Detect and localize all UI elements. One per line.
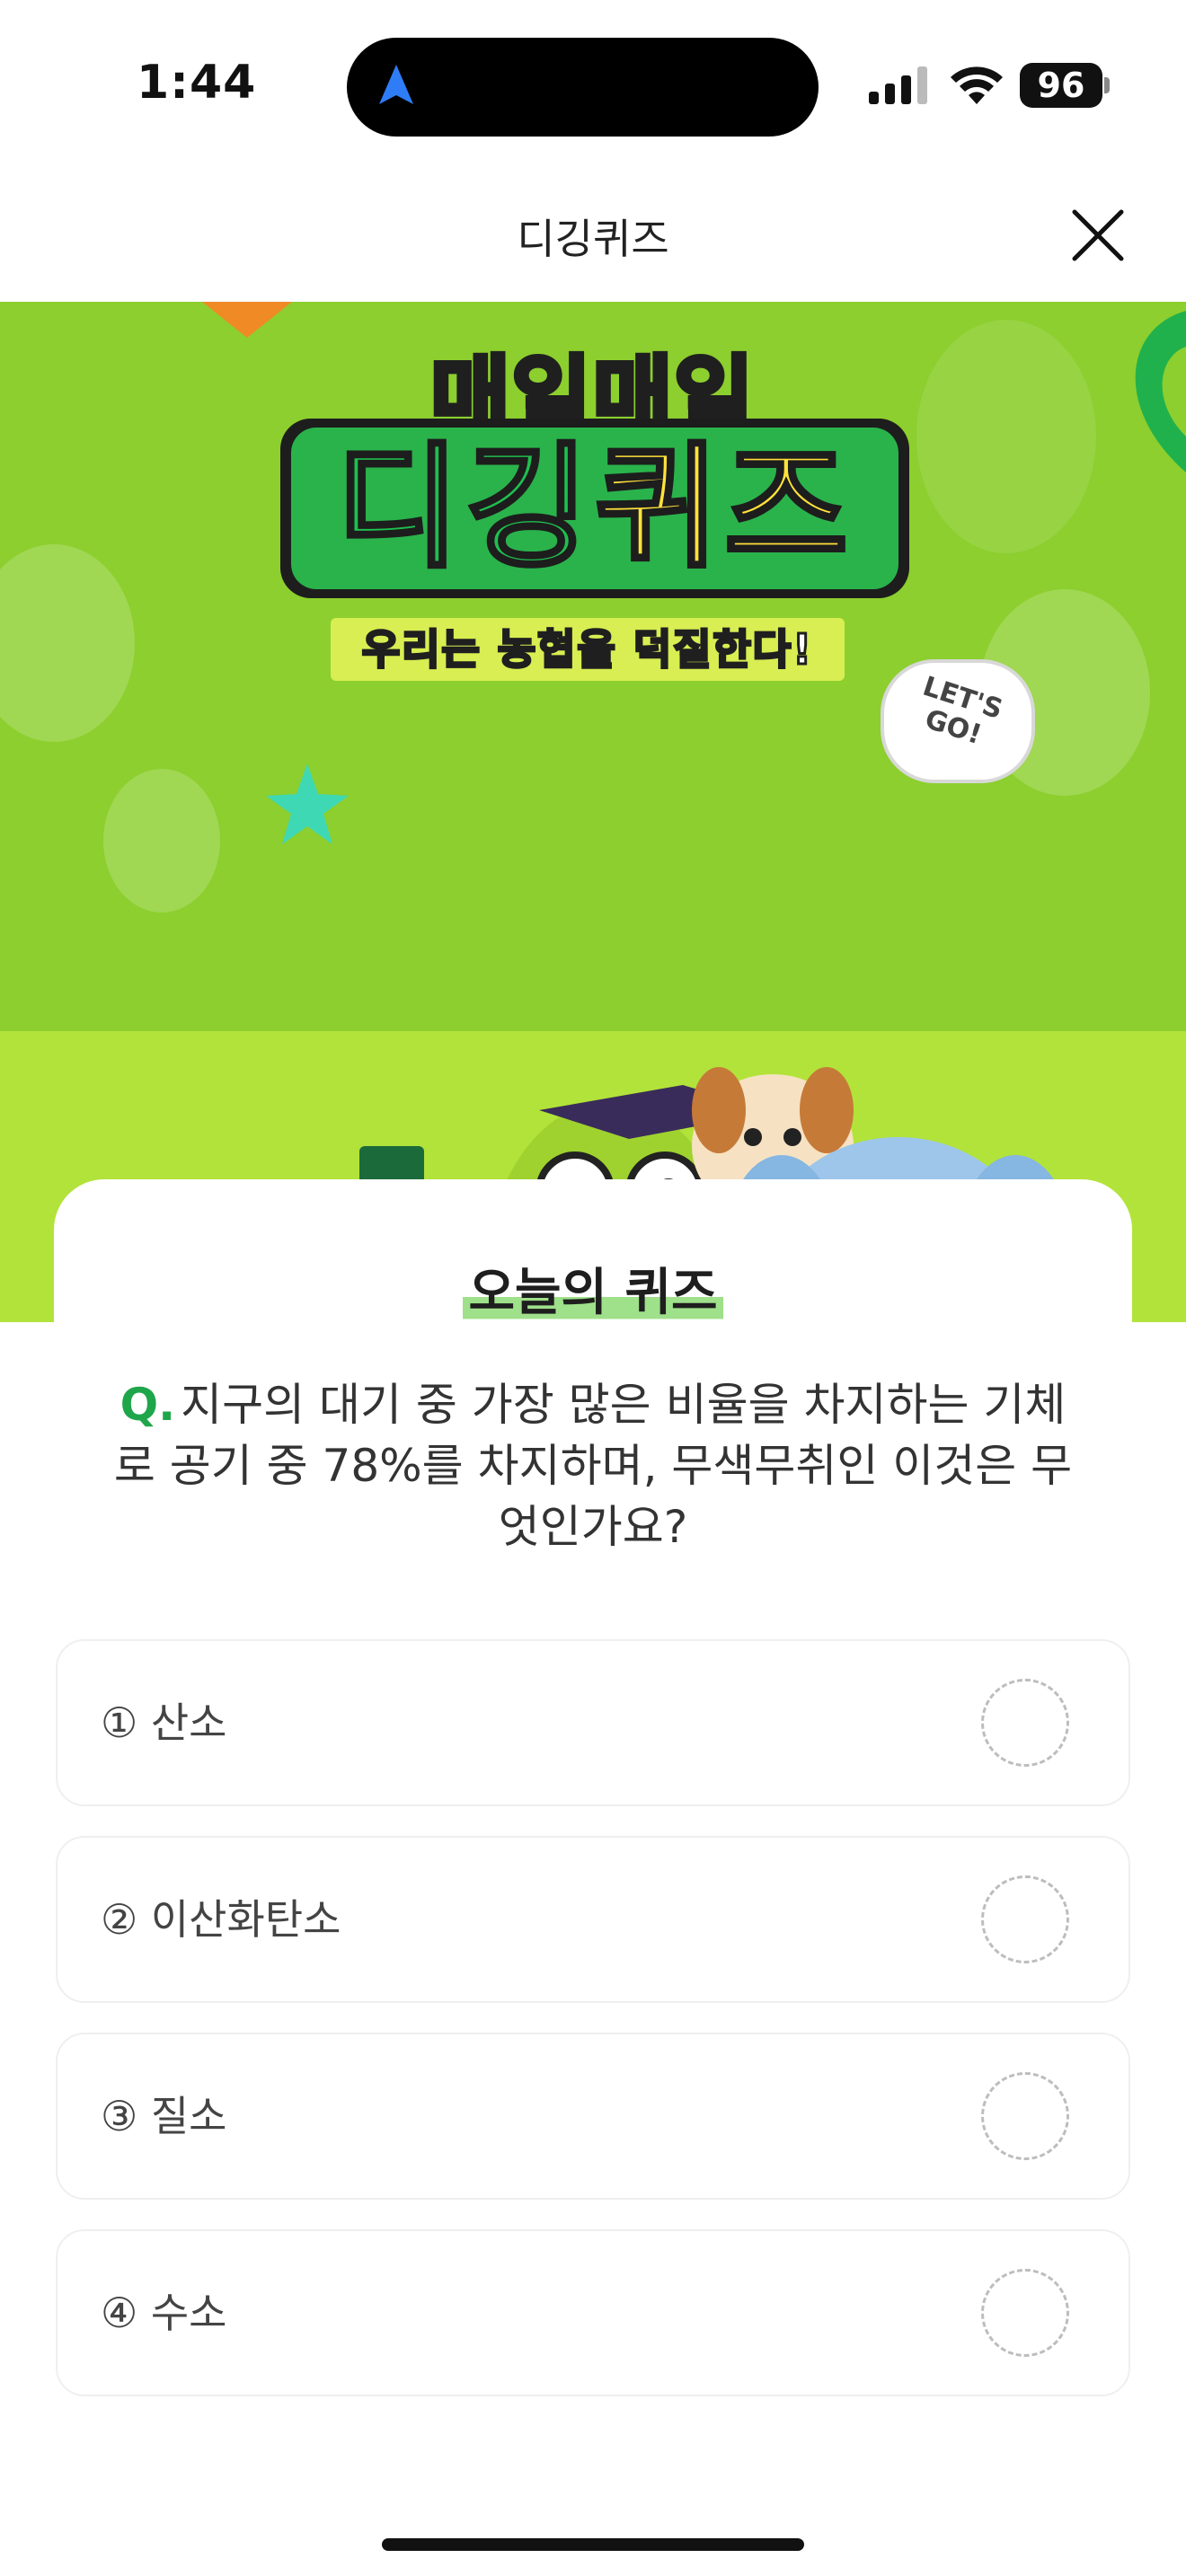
banner-title-part1: 디깅 — [334, 428, 595, 588]
quiz-banner: 매일매일 디깅퀴즈 우리는 농협을 덕질한다! LET'S GO! — [0, 302, 1186, 1322]
answer-option-4[interactable]: ④ 수소 — [56, 2229, 1130, 2396]
home-indicator[interactable] — [382, 2538, 804, 2551]
radio-circle-icon[interactable] — [981, 2269, 1069, 2357]
banner-subtitle: 우리는 농협을 덕질한다! — [331, 618, 845, 681]
answer-option-2[interactable]: ② 이산화탄소 — [56, 1836, 1130, 2003]
answer-option-1[interactable]: ① 산소 — [56, 1639, 1130, 1806]
quiz-question: Q. 지구의 대기 중 가장 많은 비율을 차지하는 기체로 공기 중 78%를 … — [108, 1374, 1078, 1557]
page-title: 디깅퀴즈 — [517, 215, 669, 263]
location-arrow-icon — [379, 65, 413, 104]
close-icon[interactable] — [1069, 207, 1127, 264]
banner-subtitle-text: 우리는 농협을 덕질한다! — [360, 624, 814, 675]
answer-option-3[interactable]: ③ 질소 — [56, 2033, 1130, 2200]
balloon-decoration — [0, 544, 135, 742]
answer-option-label: ① 산소 — [101, 1698, 227, 1747]
battery-cap — [1104, 77, 1110, 93]
speech-bubble-text: LET'S GO! — [918, 670, 1007, 752]
banner-title-part2: 퀴즈 — [593, 428, 854, 588]
answer-option-label: ② 이산화탄소 — [101, 1895, 341, 1944]
todays-quiz-heading: 오늘의 퀴즈 — [463, 1252, 723, 1325]
answer-option-label: ④ 수소 — [101, 2289, 227, 2337]
question-text: 지구의 대기 중 가장 많은 비율을 차지하는 기체로 공기 중 78%를 차지… — [113, 1379, 1073, 1553]
banner-title: 디깅퀴즈 — [280, 419, 909, 598]
star-decoration — [202, 302, 292, 338]
answer-option-label: ③ 질소 — [101, 2092, 227, 2140]
cellular-signal-icon — [869, 66, 927, 104]
radio-circle-icon[interactable] — [981, 2072, 1069, 2160]
wifi-icon — [951, 66, 1003, 104]
battery-indicator: 96 — [1020, 63, 1102, 108]
question-prefix: Q. — [119, 1379, 176, 1431]
quiz-card-title: 오늘의 퀴즈 — [0, 1252, 1186, 1325]
status-bar: 1:44 96 — [0, 0, 1186, 171]
radio-circle-icon[interactable] — [981, 1875, 1069, 1963]
dynamic-island — [347, 38, 819, 137]
top-navigation-bar: 디깅퀴즈 — [0, 171, 1186, 302]
status-time: 1:44 — [137, 56, 257, 110]
radio-circle-icon[interactable] — [981, 1679, 1069, 1767]
ribbon-decoration — [1135, 311, 1186, 472]
